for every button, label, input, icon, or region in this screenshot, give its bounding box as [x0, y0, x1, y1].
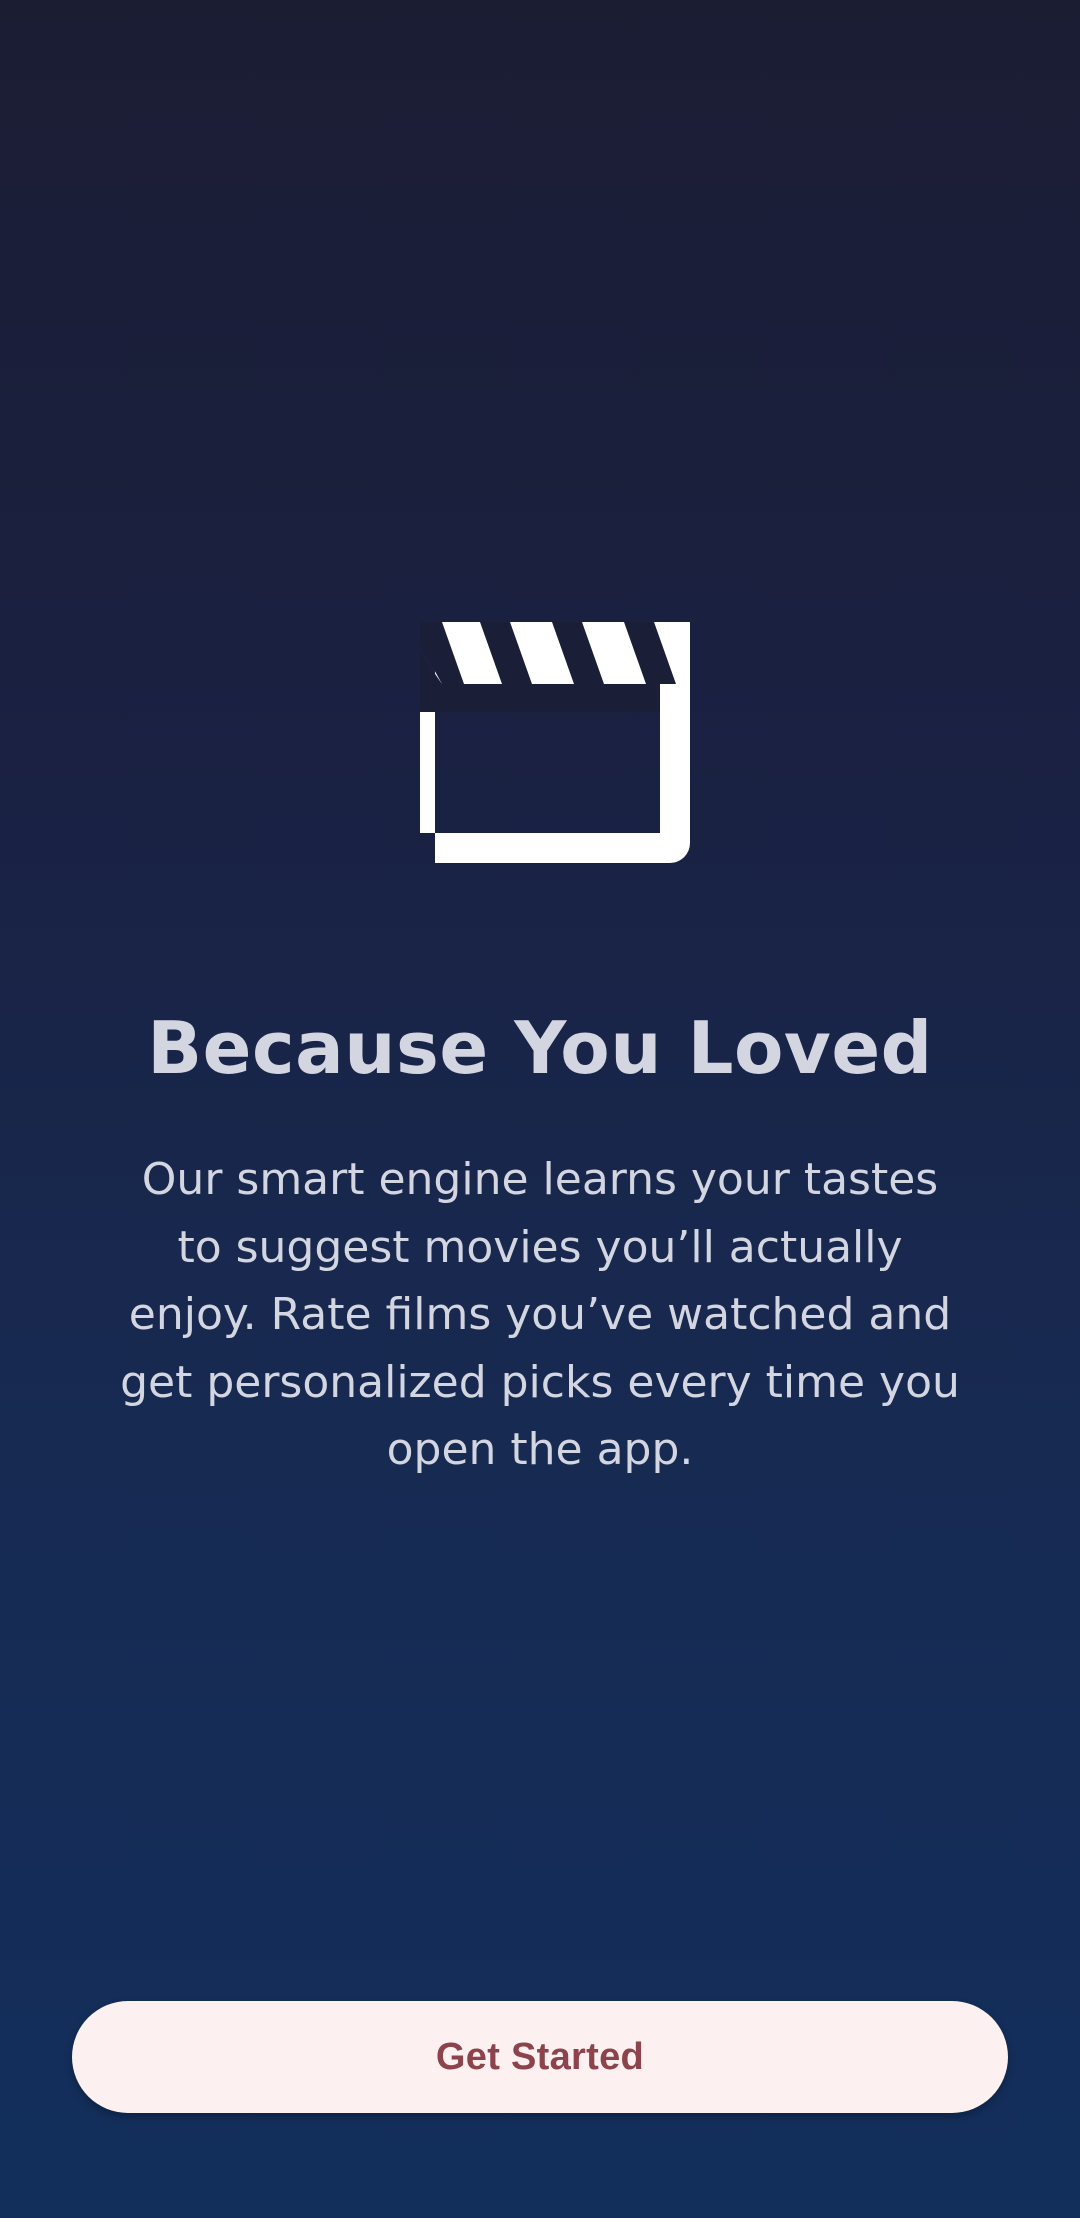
get-started-label: Get Started: [435, 2035, 645, 2078]
onboarding-title: Because You Loved: [147, 1006, 933, 1090]
clapperboard-icon: [390, 622, 690, 863]
onboarding-description: Our smart engine learns your tastes to s…: [120, 1154, 960, 1475]
onboarding-screen: Because You Loved Our smart engine learn…: [0, 0, 1080, 2218]
get-started-button[interactable]: Get Started: [72, 2001, 1008, 2113]
